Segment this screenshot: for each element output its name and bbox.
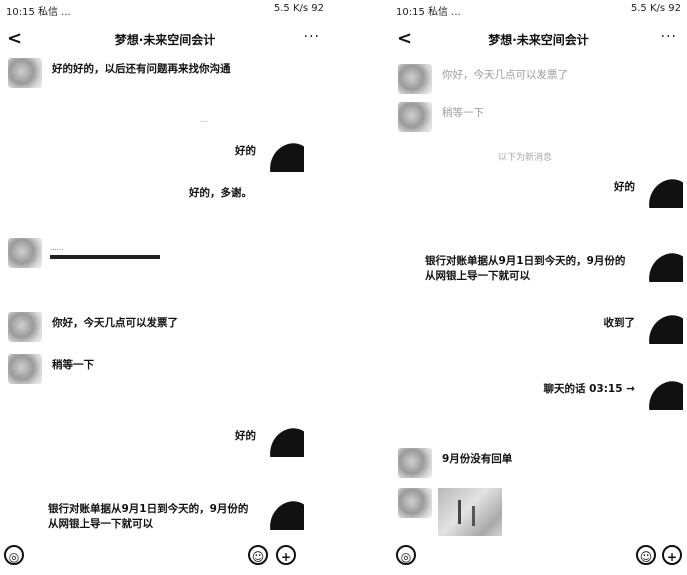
input-toolbar: ◎ ☺ +: [390, 545, 687, 569]
voice-icon[interactable]: ◎: [396, 545, 416, 565]
back-icon[interactable]: <: [7, 29, 22, 49]
chat-header: < 梦想·未来空间会计 ···: [390, 29, 687, 53]
system-notice: 以下为新消息: [498, 153, 553, 163]
message-text: 聊天的话 03:15 →: [543, 383, 635, 395]
contact-avatar[interactable]: [8, 238, 42, 268]
contact-avatar[interactable]: [8, 312, 42, 342]
message-text: 好的好的，以后还有问题再来找你沟通: [52, 63, 231, 75]
user-avatar[interactable]: [266, 140, 304, 172]
message-outgoing[interactable]: 好的: [225, 425, 304, 457]
message-outgoing[interactable]: 好的: [225, 140, 304, 172]
image-message[interactable]: [438, 488, 502, 536]
user-avatar[interactable]: [645, 312, 683, 344]
system-notice: ...: [200, 115, 209, 125]
more-options-icon[interactable]: ···: [661, 29, 677, 45]
user-avatar[interactable]: [266, 498, 304, 530]
input-toolbar: ◎ ☺ +: [0, 545, 330, 569]
message-outgoing[interactable]: 银行对账单据从9月1日到今天的，9月份的从网银上导一下就可以: [38, 498, 304, 536]
voice-icon[interactable]: ◎: [4, 545, 24, 565]
contact-avatar[interactable]: [8, 354, 42, 384]
chat-title: 梦想·未来空间会计: [488, 33, 589, 47]
message-incoming[interactable]: ......: [8, 238, 176, 268]
chat-title: 梦想·未来空间会计: [114, 33, 216, 47]
message-outgoing[interactable]: 好的: [604, 176, 683, 208]
status-indicators: 5.5 K/s 92: [273, 3, 324, 14]
message-text: 你好，今天几点可以发票了: [442, 69, 568, 81]
message-text: 好的，多谢。: [189, 187, 252, 199]
contact-avatar[interactable]: [398, 448, 432, 478]
message-incoming[interactable]: 你好，今天几点可以发票了: [398, 64, 578, 94]
message-text: 好的: [235, 430, 256, 442]
message-incoming[interactable]: 稍等一下: [8, 354, 104, 384]
contact-avatar[interactable]: [398, 102, 432, 132]
link-card-text: ......: [50, 244, 64, 252]
message-text: 9月份没有回单: [442, 453, 513, 465]
chat-header: < 梦想·未来空间会计 ···: [0, 29, 330, 53]
message-text: 好的: [235, 145, 256, 157]
message-incoming[interactable]: 9月份没有回单: [398, 448, 522, 478]
message-incoming[interactable]: [398, 488, 502, 536]
status-time: 10:15 私信 ...: [6, 7, 71, 18]
status-indicators: 5.5 K/s 92: [630, 3, 681, 14]
contact-avatar[interactable]: [398, 64, 432, 94]
user-avatar[interactable]: [645, 378, 683, 410]
contact-avatar[interactable]: [8, 58, 42, 88]
emoji-icon[interactable]: ☺: [248, 545, 268, 565]
status-bar: 10:15 私信 ... 5.5 K/s 92: [6, 3, 324, 19]
status-time: 10:15 私信 ...: [396, 7, 461, 18]
message-outgoing[interactable]: 聊天的话 03:15 →: [533, 378, 683, 410]
link-card-bar: [50, 255, 160, 259]
message-outgoing[interactable]: 收到了: [594, 312, 683, 344]
contact-avatar[interactable]: [398, 488, 432, 518]
message-text: 稍等一下: [52, 359, 94, 371]
status-bar: 10:15 私信 ... 5.5 K/s 92: [396, 3, 681, 19]
message-outgoing[interactable]: 银行对账单据从9月1日到今天的，9月份的从网银上导一下就可以: [415, 250, 683, 288]
back-icon[interactable]: <: [397, 29, 412, 49]
more-options-icon[interactable]: ···: [304, 29, 320, 45]
message-text: 好的: [614, 181, 635, 193]
message-text: 银行对账单据从9月1日到今天的，9月份的从网银上导一下就可以: [48, 503, 249, 530]
add-icon[interactable]: +: [276, 545, 296, 565]
user-avatar[interactable]: [645, 176, 683, 208]
message-text: 收到了: [603, 317, 636, 329]
chat-panel-right: 10:15 私信 ... 5.5 K/s 92 < 梦想·未来空间会计 ··· …: [390, 0, 687, 575]
message-incoming[interactable]: 你好，今天几点可以发票了: [8, 312, 188, 342]
message-text: 你好，今天几点可以发票了: [52, 317, 178, 329]
add-icon[interactable]: +: [662, 545, 682, 565]
link-card[interactable]: ......: [42, 238, 176, 265]
message-text: 银行对账单据从9月1日到今天的，9月份的从网银上导一下就可以: [425, 255, 626, 282]
chat-panel-left: 10:15 私信 ... 5.5 K/s 92 < 梦想·未来空间会计 ··· …: [0, 0, 330, 575]
user-avatar[interactable]: [266, 425, 304, 457]
message-incoming[interactable]: 好的好的，以后还有问题再来找你沟通: [8, 58, 252, 88]
user-avatar[interactable]: [645, 250, 683, 282]
message-incoming[interactable]: 稍等一下: [398, 102, 494, 132]
message-text: 稍等一下: [442, 107, 484, 119]
emoji-icon[interactable]: ☺: [636, 545, 656, 565]
